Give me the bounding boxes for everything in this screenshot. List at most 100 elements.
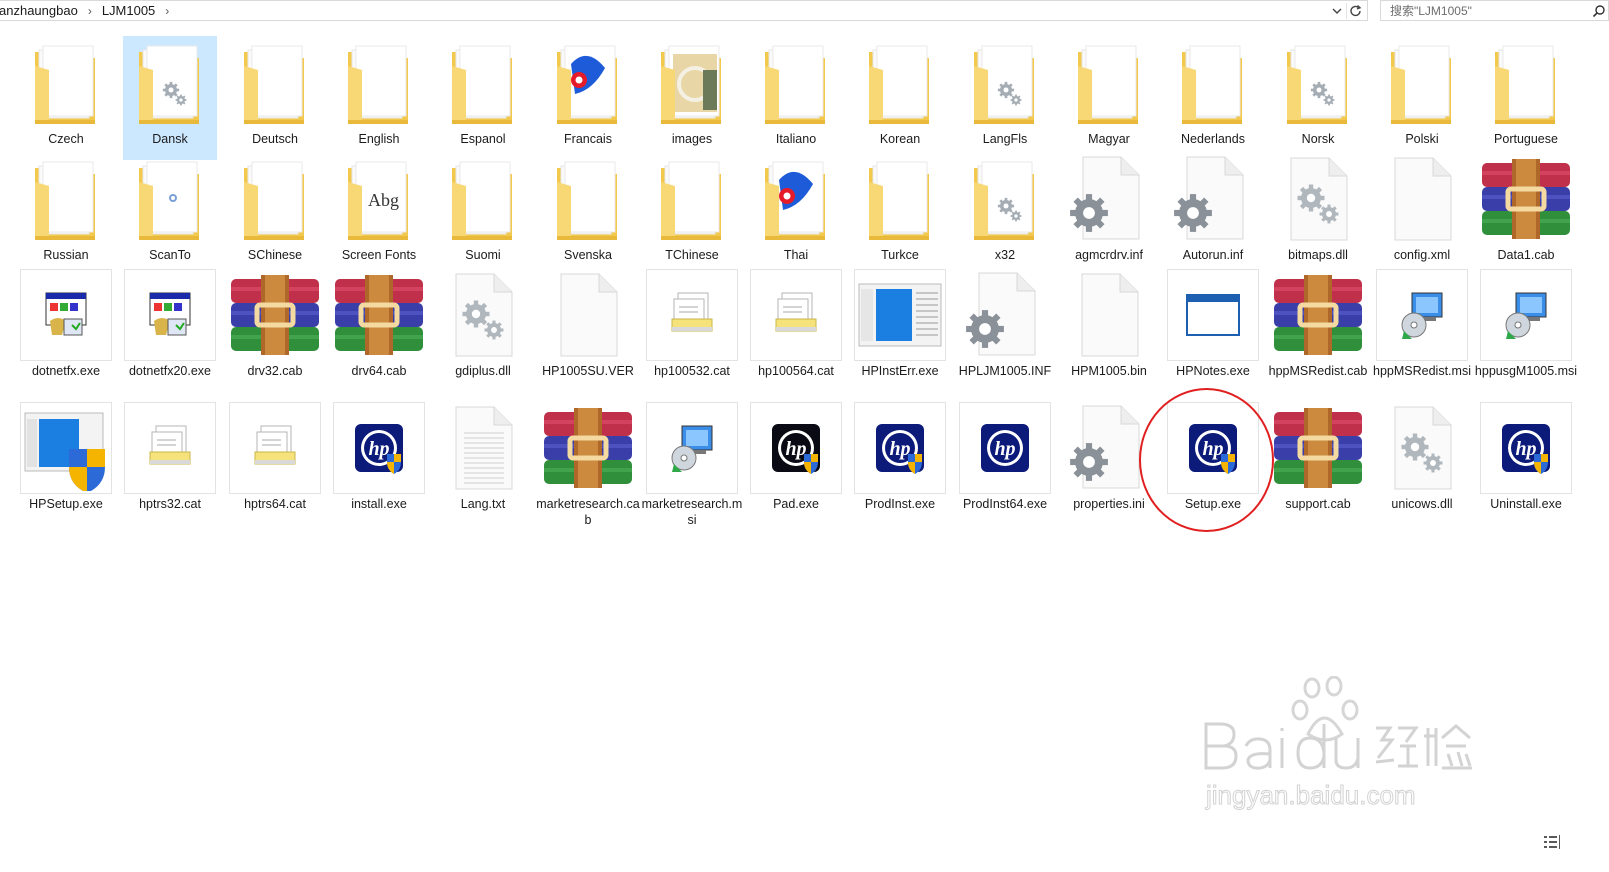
file-item[interactable]: hp100564.cat (749, 268, 843, 392)
catalog-file-icon (123, 401, 217, 495)
file-item[interactable]: Autorun.inf (1166, 152, 1260, 276)
file-item[interactable]: Turkce (853, 152, 947, 276)
msi-installer-icon (1375, 268, 1469, 362)
file-item[interactable]: Deutsch (228, 36, 322, 160)
file-item[interactable]: support.cab (1271, 401, 1365, 525)
file-item[interactable]: hppMSRedist.msi (1373, 268, 1471, 392)
file-item[interactable]: TChinese (645, 152, 739, 276)
file-item[interactable]: Norsk (1271, 36, 1365, 160)
file-item[interactable]: agmcrdrv.inf (1062, 152, 1156, 276)
hp-exe-icon: hp (958, 401, 1052, 495)
file-item[interactable]: LangFls (958, 36, 1052, 160)
file-item[interactable]: Portuguese (1479, 36, 1573, 160)
breadcrumb-item[interactable]: LJM1005 (98, 3, 159, 18)
file-item[interactable]: marketresearch.msi (642, 401, 742, 527)
file-item[interactable]: hppMSRedist.cab (1269, 268, 1367, 392)
file-item[interactable]: hp install.exe (332, 401, 426, 525)
hp-exe-icon: hp (1479, 401, 1573, 495)
file-item[interactable]: SChinese (228, 152, 322, 276)
file-name: Polski (1405, 132, 1439, 146)
file-item[interactable]: config.xml (1375, 152, 1469, 276)
chevron-right-icon[interactable]: › (159, 4, 175, 18)
breadcrumb-item[interactable]: anzhaungbao (0, 3, 82, 18)
folder-gear-icon (958, 36, 1052, 130)
refresh-icon[interactable] (1346, 3, 1365, 19)
file-item[interactable]: gdiplus.dll (436, 268, 530, 392)
file-item[interactable]: Italiano (749, 36, 843, 160)
file-item[interactable]: hp Pad.exe (749, 401, 843, 525)
file-item[interactable]: x32 (958, 152, 1052, 276)
file-item[interactable]: drv32.cab (228, 268, 322, 392)
file-item[interactable]: English (332, 36, 426, 160)
file-item[interactable]: Francais (541, 36, 635, 160)
file-item[interactable]: Abg Screen Fonts (332, 152, 426, 276)
file-item[interactable]: Dansk (123, 36, 217, 160)
folder-icon (123, 152, 217, 246)
file-name: Russian (43, 248, 89, 262)
file-item[interactable]: hppusgM1005.msi (1475, 268, 1577, 392)
file-item[interactable]: hp ProdInst64.exe (958, 401, 1052, 525)
folder-icon (1062, 36, 1156, 130)
file-name: hptrs32.cat (139, 497, 201, 511)
settings-file-icon (1166, 152, 1260, 246)
shield-setup-icon (19, 401, 113, 495)
svg-text:hp: hp (785, 438, 806, 460)
details-view-icon[interactable] (1543, 834, 1563, 850)
file-item[interactable]: dotnetfx.exe (19, 268, 113, 392)
file-item[interactable]: drv64.cab (332, 268, 426, 392)
file-item[interactable]: ScanTo (123, 152, 217, 276)
file-item[interactable]: Nederlands (1166, 36, 1260, 160)
file-item[interactable]: HPInstErr.exe (853, 268, 947, 392)
chevron-right-icon[interactable]: › (82, 4, 98, 18)
file-name: TChinese (665, 248, 719, 262)
file-item[interactable]: unicows.dll (1375, 401, 1469, 525)
file-name: hppusgM1005.msi (1474, 364, 1578, 378)
file-name: config.xml (1393, 248, 1451, 262)
search-input[interactable]: 搜索"LJM1005" (1380, 0, 1609, 21)
file-item[interactable]: Thai (749, 152, 843, 276)
file-item[interactable]: Data1.cab (1479, 152, 1573, 276)
file-item[interactable]: hp100532.cat (645, 268, 739, 392)
file-item[interactable]: HPSetup.exe (19, 401, 113, 525)
file-item[interactable]: Lang.txt (436, 401, 530, 525)
file-name: Korean (879, 132, 921, 146)
file-item[interactable]: HPM1005.bin (1062, 268, 1156, 392)
file-name: marketresearch.cab (536, 497, 640, 527)
file-item[interactable]: HPLJM1005.INF (958, 268, 1052, 392)
file-item[interactable]: hp ProdInst.exe (853, 401, 947, 525)
file-item[interactable]: Russian (19, 152, 113, 276)
folder-icon (1479, 36, 1573, 130)
file-item[interactable]: hptrs64.cat (228, 401, 322, 525)
file-item[interactable]: dotnetfx20.exe (123, 268, 217, 392)
hp-folder-icon (749, 152, 843, 246)
file-item[interactable]: Czech (19, 36, 113, 160)
winrar-archive-icon (1271, 401, 1365, 495)
file-item[interactable]: Korean (853, 36, 947, 160)
file-item[interactable]: marketresearch.cab (536, 401, 640, 527)
winrar-archive-icon (541, 401, 635, 495)
file-item[interactable]: Suomi (436, 152, 530, 276)
file-item[interactable]: hp Uninstall.exe (1479, 401, 1573, 525)
file-item[interactable]: Magyar (1062, 36, 1156, 160)
address-bar[interactable]: anzhaungbao › LJM1005 › (0, 0, 1368, 21)
file-name: Turkce (881, 248, 919, 262)
blank-file-icon (541, 268, 635, 362)
file-item[interactable]: hptrs32.cat (123, 401, 217, 525)
file-item[interactable]: images (645, 36, 739, 160)
search-icon[interactable] (1592, 4, 1606, 18)
file-item[interactable]: HPNotes.exe (1166, 268, 1260, 392)
folder-icon (1375, 36, 1469, 130)
chevron-down-icon[interactable] (1329, 3, 1345, 19)
file-item[interactable]: Svenska (541, 152, 635, 276)
winrar-archive-icon (1271, 268, 1365, 362)
file-name: drv32.cab (247, 364, 303, 378)
settings-file-icon (1062, 152, 1156, 246)
file-item[interactable]: bitmaps.dll (1271, 152, 1365, 276)
file-item[interactable]: HP1005SU.VER (541, 268, 635, 392)
file-item[interactable]: Polski (1375, 36, 1469, 160)
settings-file-icon (958, 268, 1052, 362)
file-name: English (358, 132, 400, 146)
file-item[interactable]: Espanol (436, 36, 530, 160)
file-name: Data1.cab (1497, 248, 1555, 262)
folder-gear-icon (1271, 36, 1365, 130)
